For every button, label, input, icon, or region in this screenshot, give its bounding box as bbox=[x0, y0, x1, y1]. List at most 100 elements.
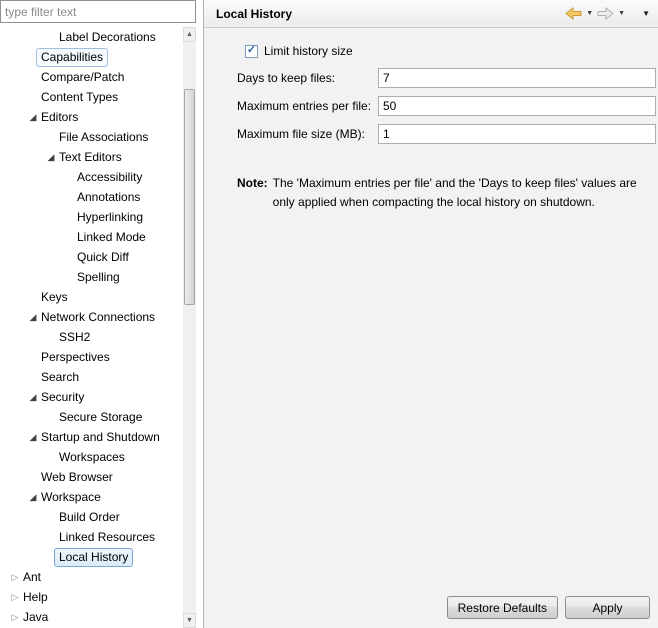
page-title: Local History bbox=[216, 6, 293, 21]
scroll-up-button[interactable]: ▲ bbox=[183, 27, 196, 42]
page-content: ✓ Limit history size Days to keep files:… bbox=[204, 28, 658, 628]
tree-panel: Label Decorations Capabilities Compare/Pat… bbox=[0, 0, 196, 628]
note-text: The 'Maximum entries per file' and the '… bbox=[272, 176, 637, 209]
limit-history-checkbox[interactable]: ✓ bbox=[245, 44, 258, 58]
days-to-keep-label: Days to keep files: bbox=[237, 71, 336, 85]
tree-item[interactable]: Content Types bbox=[0, 87, 183, 107]
tree-item-label: Text Editors bbox=[59, 149, 122, 164]
tree-item[interactable]: Web Browser bbox=[0, 467, 183, 487]
tree-item[interactable]: Annotations bbox=[0, 187, 183, 207]
tree-item-label: SSH2 bbox=[59, 329, 91, 344]
note: Note: The 'Maximum entries per file' and… bbox=[237, 174, 658, 212]
tree-item[interactable]: ◢ Startup and Shutdown bbox=[0, 427, 183, 447]
tree-item-label: Workspace bbox=[41, 489, 101, 504]
tree-item-label: Hyperlinking bbox=[77, 209, 144, 224]
tree-item[interactable]: ◢ Text Editors bbox=[0, 147, 183, 167]
tree-scrollbar[interactable]: ▲ ▼ bbox=[183, 27, 196, 628]
tree-item[interactable]: Search bbox=[0, 367, 183, 387]
tree-item-label: Workspaces bbox=[59, 449, 125, 464]
forward-dropdown-icon[interactable]: ▼ bbox=[617, 10, 626, 17]
view-menu-icon[interactable]: ▼ bbox=[641, 9, 651, 18]
tree-item-label: Linked Resources bbox=[59, 529, 156, 544]
tree-item[interactable]: Linked Resources bbox=[0, 527, 183, 547]
days-to-keep-input[interactable] bbox=[378, 68, 656, 88]
tree-item-label: Build Order bbox=[59, 509, 120, 524]
tree-item[interactable]: Workspaces bbox=[0, 447, 183, 467]
tree-item-label: Web Browser bbox=[41, 469, 113, 484]
tree-item[interactable]: ◢ Security bbox=[0, 387, 183, 407]
tree-item-label: Perspectives bbox=[41, 349, 110, 364]
tree-item-label: Security bbox=[41, 389, 85, 404]
max-file-size-input[interactable] bbox=[378, 124, 656, 144]
tree-item[interactable]: Build Order bbox=[0, 507, 183, 527]
tree-item-label: Content Types bbox=[41, 89, 119, 104]
tree-item-label: Ant bbox=[23, 569, 42, 584]
tree-item-label: Compare/Patch bbox=[41, 69, 125, 84]
tree-item-label: Annotations bbox=[77, 189, 141, 204]
tree-item-label: Startup and Shutdown bbox=[41, 429, 160, 444]
tree-item-label: Help bbox=[23, 589, 48, 604]
tree-item-label: Keys bbox=[41, 289, 68, 304]
tree-item[interactable]: ▷ Java bbox=[0, 607, 183, 627]
tree-item[interactable]: File Associations bbox=[0, 127, 183, 147]
scrollbar-thumb[interactable] bbox=[184, 89, 195, 305]
fields-group: Days to keep files: Maximum entries per … bbox=[204, 64, 658, 148]
tree-item-label: Spelling bbox=[77, 269, 120, 284]
tree-item[interactable]: Quick Diff bbox=[0, 247, 183, 267]
tree-item-label: Local History bbox=[54, 547, 134, 567]
scroll-down-button[interactable]: ▼ bbox=[183, 613, 196, 628]
tree-item[interactable]: ▷ Help bbox=[0, 587, 183, 607]
field-row: Maximum entries per file: bbox=[204, 92, 658, 120]
preferences-dialog: Label Decorations Capabilities Compare/Pat… bbox=[0, 0, 658, 628]
tree-item[interactable]: ◢ Network Connections bbox=[0, 307, 183, 327]
tree-item-label: Label Decorations bbox=[59, 29, 156, 44]
tree-item-label: Editors bbox=[41, 109, 79, 124]
tree-item[interactable]: Linked Mode bbox=[0, 227, 183, 247]
restore-defaults-button[interactable]: Restore Defaults bbox=[446, 596, 558, 619]
down-arrow-icon: ▼ bbox=[186, 617, 193, 624]
check-icon: ✓ bbox=[246, 44, 257, 56]
tree-item[interactable]: Keys bbox=[0, 287, 183, 307]
tree-item-label: Linked Mode bbox=[77, 229, 146, 244]
filter-input[interactable] bbox=[0, 0, 196, 23]
tree-item-label: Capabilities bbox=[36, 47, 109, 67]
tree-item[interactable]: ▷ Ant bbox=[0, 567, 183, 587]
tree-item[interactable]: Label Decorations bbox=[0, 27, 183, 47]
tree-item[interactable]: Capabilities bbox=[0, 47, 183, 67]
apply-button[interactable]: Apply bbox=[565, 596, 650, 619]
tree-item-label: Secure Storage bbox=[59, 409, 143, 424]
tree-item-label: Accessibility bbox=[77, 169, 143, 184]
tree-item[interactable]: SSH2 bbox=[0, 327, 183, 347]
max-entries-label: Maximum entries per file: bbox=[237, 99, 372, 113]
tree-item[interactable]: Secure Storage bbox=[0, 407, 183, 427]
tree-item-label: Quick Diff bbox=[77, 249, 129, 264]
tree-item[interactable]: Spelling bbox=[0, 267, 183, 287]
page-header: Local History ▼ ▼ ▼ bbox=[204, 0, 658, 28]
tree-item-label: File Associations bbox=[59, 129, 149, 144]
up-arrow-icon: ▲ bbox=[186, 31, 193, 38]
tree-item-label: Search bbox=[41, 369, 80, 384]
page-nav-toolbar: ▼ ▼ ▼ bbox=[565, 7, 658, 20]
tree-item[interactable]: Accessibility bbox=[0, 167, 183, 187]
button-bar: Restore Defaults Apply bbox=[446, 596, 650, 619]
tree-item[interactable]: Hyperlinking bbox=[0, 207, 183, 227]
limit-history-row: ✓ Limit history size bbox=[245, 44, 658, 58]
forward-button[interactable] bbox=[597, 7, 614, 20]
field-row: Days to keep files: bbox=[204, 64, 658, 92]
tree-item[interactable]: Local History bbox=[0, 547, 183, 567]
preference-page: Local History ▼ ▼ ▼ ✓ Limit history size bbox=[203, 0, 658, 628]
field-row: Maximum file size (MB): bbox=[204, 120, 658, 148]
tree-item-label: Java bbox=[23, 609, 49, 624]
sash-divider[interactable] bbox=[196, 0, 203, 628]
tree-item[interactable]: Compare/Patch bbox=[0, 67, 183, 87]
tree-item[interactable]: ◢ Editors bbox=[0, 107, 183, 127]
tree-item-label: Network Connections bbox=[41, 309, 156, 324]
max-file-size-label: Maximum file size (MB): bbox=[237, 127, 366, 141]
tree-item[interactable]: Perspectives bbox=[0, 347, 183, 367]
back-button[interactable] bbox=[565, 7, 582, 20]
preference-tree: Label Decorations Capabilities Compare/Pat… bbox=[0, 27, 183, 628]
tree-item[interactable]: ◢ Workspace bbox=[0, 487, 183, 507]
max-entries-input[interactable] bbox=[378, 96, 656, 116]
back-dropdown-icon[interactable]: ▼ bbox=[585, 10, 594, 17]
limit-history-label: Limit history size bbox=[264, 44, 353, 58]
